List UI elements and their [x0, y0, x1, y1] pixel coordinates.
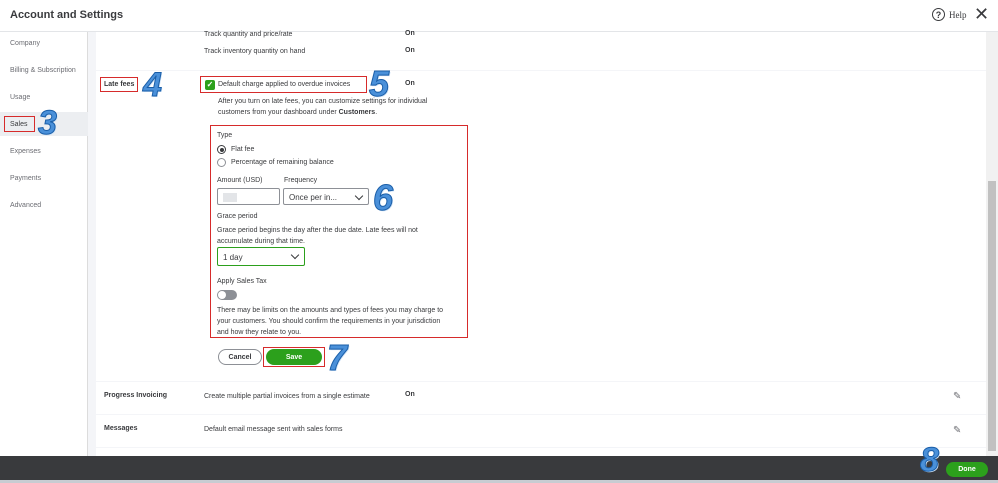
- sidebar-item-payments[interactable]: Payments: [10, 175, 41, 182]
- sidebar-item-usage[interactable]: Usage: [10, 94, 30, 101]
- edit-pencil-icon[interactable]: ✎: [953, 391, 961, 402]
- track-inventory-status: On: [405, 47, 415, 54]
- late-fees-description-line2: customers from your dashboard under Cust…: [218, 109, 378, 116]
- dialog-footer: [0, 456, 998, 480]
- sidebar-item-expenses[interactable]: Expenses: [10, 148, 41, 155]
- track-qty-price-status: On: [405, 30, 415, 37]
- scrollbar-thumb[interactable]: [988, 181, 996, 451]
- checkbox-highlight-box: [200, 76, 367, 93]
- chevron-down-icon: [354, 191, 364, 201]
- amount-input[interactable]: [217, 188, 280, 205]
- step-number-6: 6: [372, 177, 394, 219]
- frequency-value: Once per in...: [289, 193, 338, 202]
- dialog-title: Account and Settings: [10, 9, 124, 21]
- flat-fee-label[interactable]: Flat fee: [231, 146, 254, 153]
- grace-period-value: 1 day: [223, 253, 243, 262]
- step-number-3: 3: [38, 104, 58, 143]
- help-icon: ?: [932, 8, 945, 21]
- amount-label: Amount (USD): [217, 177, 263, 184]
- type-label: Type: [217, 132, 233, 139]
- sidebar-item-company[interactable]: Company: [10, 40, 40, 47]
- progress-invoicing-label: Progress Invoicing: [104, 392, 168, 399]
- apply-sales-tax-toggle[interactable]: [217, 290, 237, 300]
- limits-text-line3: and how they relate to you.: [217, 329, 302, 336]
- frequency-select[interactable]: Once per in...: [283, 188, 369, 205]
- late-fees-status: On: [405, 80, 415, 87]
- sales-highlight-box: [4, 116, 35, 132]
- grace-period-select[interactable]: 1 day: [217, 247, 305, 266]
- step-number-8: 8: [920, 441, 940, 480]
- edit-pencil-icon[interactable]: ✎: [953, 425, 961, 436]
- progress-invoicing-description: Create multiple partial invoices from a …: [204, 393, 370, 400]
- track-inventory-label: Track inventory quantity on hand: [204, 48, 306, 55]
- percentage-radio[interactable]: [217, 158, 226, 167]
- dialog-header: Account and Settings ? Help ✕: [0, 0, 998, 32]
- apply-sales-tax-label: Apply Sales Tax: [217, 278, 267, 285]
- sidebar-item-billing[interactable]: Billing & Subscription: [10, 67, 76, 74]
- messages-label: Messages: [104, 425, 138, 432]
- step-number-5: 5: [368, 63, 390, 105]
- save-highlight-box: [263, 347, 325, 367]
- step-number-7: 7: [326, 337, 348, 379]
- done-button[interactable]: Done: [946, 462, 988, 477]
- limits-text-line2: your customers. You should confirm the r…: [217, 318, 441, 325]
- late-fees-highlight-box: [100, 77, 138, 92]
- percentage-label[interactable]: Percentage of remaining balance: [231, 159, 334, 166]
- flat-fee-radio[interactable]: [217, 145, 226, 154]
- frequency-label: Frequency: [284, 177, 318, 184]
- settings-sidebar: Company Billing & Subscription Usage Sal…: [0, 32, 88, 456]
- customers-link[interactable]: Customers: [339, 109, 376, 116]
- sidebar-item-advanced[interactable]: Advanced: [10, 202, 41, 209]
- messages-description: Default email message sent with sales fo…: [204, 426, 343, 433]
- chevron-down-icon: [290, 250, 300, 260]
- help-button[interactable]: ? Help: [932, 8, 967, 21]
- next-section: [96, 448, 986, 456]
- grace-period-description-line2: accumulate during that time.: [217, 238, 305, 245]
- help-label: Help: [949, 9, 967, 20]
- close-icon[interactable]: ✕: [974, 5, 989, 23]
- grace-period-description-line1: Grace period begins the day after the du…: [217, 227, 418, 234]
- grace-period-label: Grace period: [217, 213, 258, 220]
- amount-value-chip: [223, 193, 237, 202]
- limits-text-line1: There may be limits on the amounts and t…: [217, 307, 444, 314]
- step-number-4: 4: [143, 66, 163, 105]
- late-fees-description-line1: After you turn on late fees, you can cus…: [218, 98, 428, 105]
- progress-invoicing-status: On: [405, 391, 415, 398]
- track-qty-price-label: Track quantity and price/rate: [204, 31, 293, 38]
- cancel-button[interactable]: Cancel: [218, 349, 262, 365]
